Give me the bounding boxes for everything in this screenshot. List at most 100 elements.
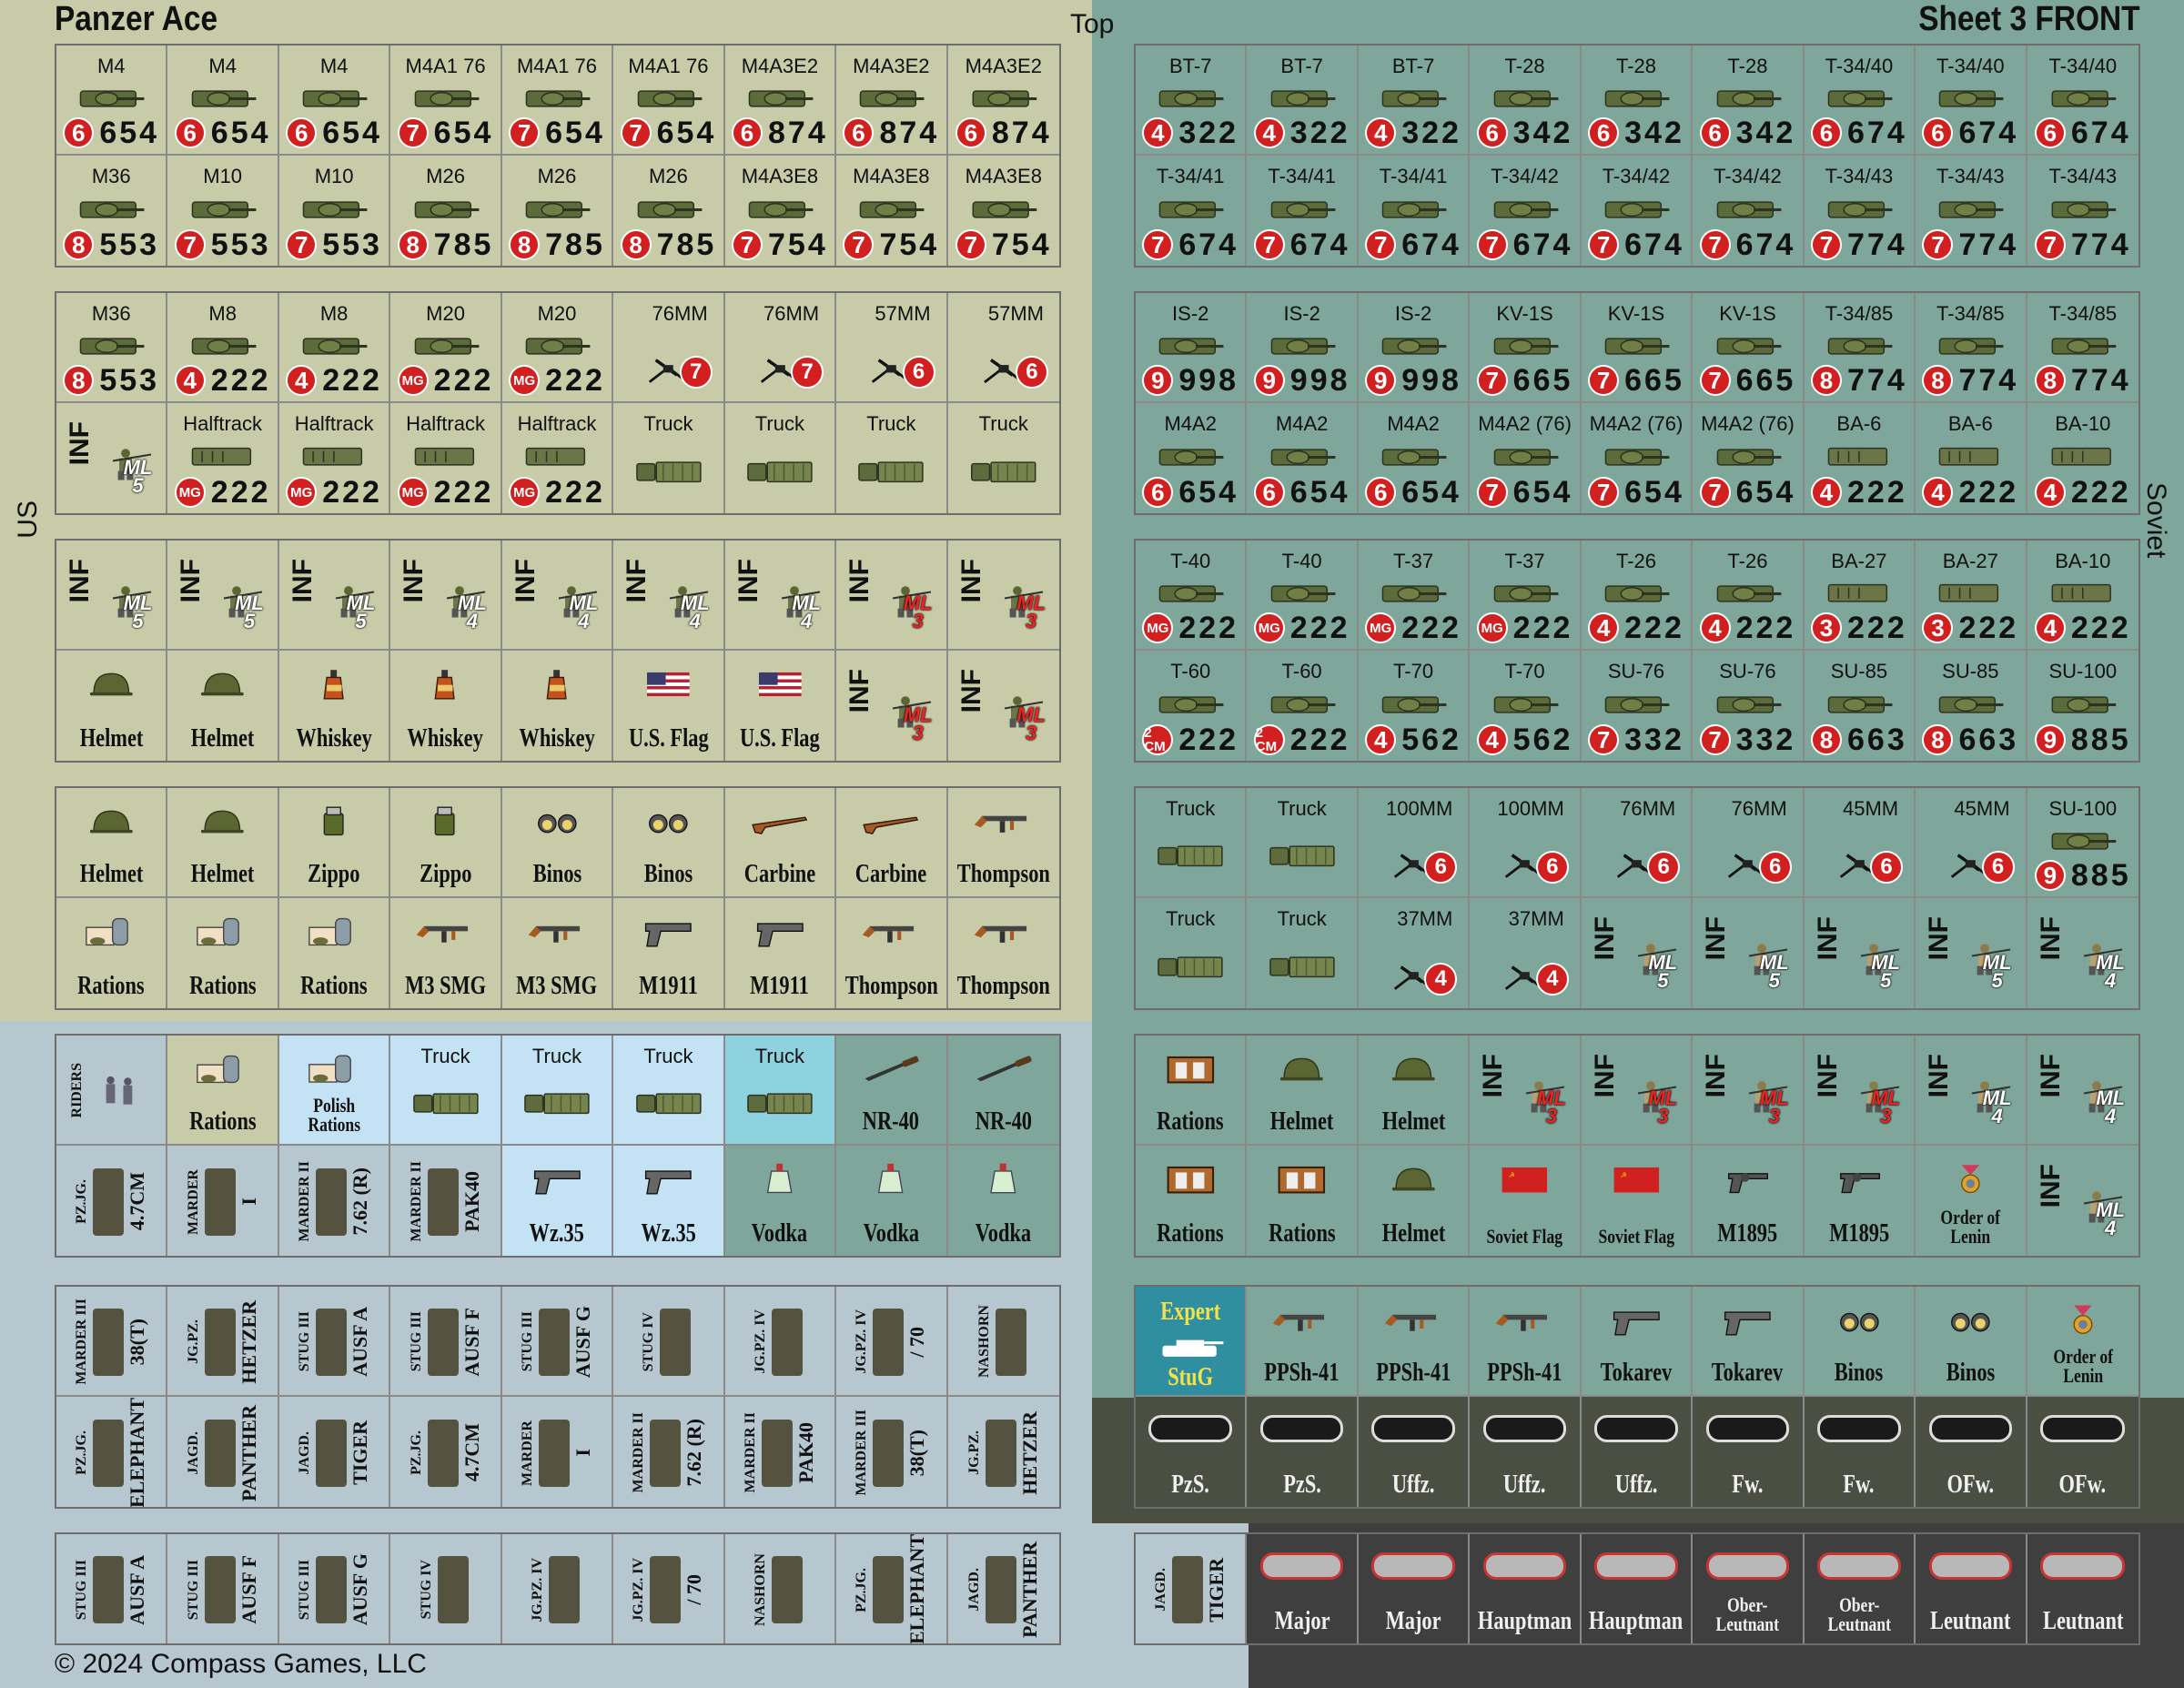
infantry-art: INF ML 3 <box>951 656 1057 757</box>
vehicle-ratings: 8 774 <box>2034 365 2131 396</box>
vehicle-counter: Halftrack MG 222 <box>390 403 502 513</box>
item-counter: Thompson <box>836 898 948 1008</box>
tank-icon <box>403 80 489 115</box>
rank-counter: Hauptman <box>1470 1534 1582 1643</box>
german-vehicle-counter: STUG III AUSF F <box>390 1287 502 1397</box>
tank-icon <box>1370 191 1456 226</box>
tank-icon <box>514 80 600 115</box>
medal-icon <box>1939 1151 2002 1208</box>
firepower-badge: 7 <box>1811 229 1843 260</box>
vehicle-ratings: 7 654 <box>620 117 717 148</box>
tank-silhouette-icon <box>2051 337 2117 355</box>
infantry-counter: INF ML 4 <box>2027 1146 2138 1256</box>
vehicle-type: MARDER III <box>74 1299 90 1385</box>
truck-icon <box>737 454 823 489</box>
inf-label: INF <box>287 559 318 603</box>
inf-label: INF <box>1701 1054 1732 1098</box>
tank-icon <box>1259 328 1345 362</box>
shoulder-strap-icon <box>1594 1552 1678 1580</box>
item-counter: Helmet <box>167 788 279 898</box>
rank-counter: OFw. <box>1916 1397 2027 1507</box>
ht-silhouette-icon <box>302 447 363 466</box>
vehicle-counter: T-34/41 7 674 <box>1136 156 1248 266</box>
vehicle-name: M36 <box>91 165 131 187</box>
tank-silhouette-icon <box>1493 89 1559 107</box>
tank-icon <box>1593 575 1679 610</box>
item-name: Zippo <box>419 860 472 888</box>
morale-value: 3 <box>1657 1105 1669 1128</box>
morale-value: 4 <box>1991 1105 2003 1128</box>
firepower-badge: 7 <box>509 117 541 148</box>
german-vehicle-counter: JAGD. PANTHER <box>167 1397 279 1507</box>
tank-silhouette-icon <box>1270 337 1336 355</box>
vehicle-ratings: 8 785 <box>509 229 605 260</box>
armor-values: 222 <box>1958 611 2019 645</box>
smg-art-icon <box>1273 1314 1325 1331</box>
armor-values: 874 <box>991 116 1052 150</box>
inf-label: INF <box>844 669 875 713</box>
firepower-badge: 7 <box>1699 365 1731 396</box>
vehicle-type: STUG III <box>519 1311 535 1372</box>
tank-silhouette-icon <box>2051 200 2117 218</box>
item-counter: Thompson <box>947 898 1059 1008</box>
vehicle-name: T-28 <box>1615 55 1656 77</box>
vehicle-counter: T-34/43 7 774 <box>1804 156 1916 266</box>
morale-value: 5 <box>243 610 256 633</box>
item-name: M1895 <box>1717 1219 1778 1248</box>
smg-icon <box>414 904 477 960</box>
armor-values: 885 <box>2070 858 2131 893</box>
tank-top-icon <box>1172 1556 1204 1623</box>
truck-icon <box>848 454 934 489</box>
vehicle-ratings: 9 998 <box>1365 365 1461 396</box>
firepower-badge: 7 <box>1476 477 1508 508</box>
gun-caliber: 76MM <box>1731 797 1787 820</box>
vehicle-counter: M20 MG 222 <box>501 293 614 403</box>
vehicle-ratings: 7 674 <box>1699 229 1796 260</box>
rank-name: Major <box>1274 1607 1330 1635</box>
vehicle-name: Truck <box>978 412 1028 435</box>
item-name: Helmet <box>1269 1107 1334 1136</box>
knife-icon <box>972 1041 1036 1097</box>
vehicle-type: STUG III <box>297 1559 313 1621</box>
vehicle-counter: Halftrack MG 222 <box>278 403 391 513</box>
tank-silhouette-icon <box>748 89 814 107</box>
vehicle-name: M10 <box>203 165 243 187</box>
ht-icon <box>2039 439 2126 473</box>
tank-top-icon <box>427 1419 459 1487</box>
sovflag-icon: ☭ <box>1493 1151 1556 1208</box>
truck-icon <box>403 1086 489 1120</box>
vehicle-name: T-37 <box>1504 550 1545 572</box>
zippo-icon <box>414 793 477 850</box>
inf-label: INF <box>956 559 986 603</box>
rations-icon <box>80 904 143 960</box>
firepower-badge: 4 <box>2034 612 2066 643</box>
firepower-badge: 6 <box>1699 117 1731 148</box>
vehicle-counter: M36 8 553 <box>56 156 168 266</box>
firepower-badge: 7 <box>286 229 318 260</box>
vehicle-name: BA-6 <box>1836 412 1882 435</box>
vertical-label-art: JG.PZ. HETZER <box>951 1402 1057 1503</box>
vehicle-counter: M4A3E2 6 874 <box>947 45 1059 156</box>
infantry-counter: INF ML 3 <box>947 541 1059 651</box>
infantry-counter: INF ML 3 <box>836 651 948 761</box>
firepower-badge: 8 <box>63 365 95 396</box>
vehicle-ratings: 4 222 <box>1588 612 1684 643</box>
tank-silhouette-icon <box>1493 448 1559 466</box>
item-counter: M3 SMG <box>390 898 502 1008</box>
german-vehicle-counter: MARDER I <box>501 1397 614 1507</box>
vehicle-variant: I <box>237 1198 260 1206</box>
bottle-art-icon <box>546 670 567 700</box>
vehicle-ratings: MG 222 <box>1253 612 1350 643</box>
shoulder-strap-icon <box>1148 1415 1232 1442</box>
german-vehicle-counter: MARDER III 38(T) <box>56 1287 168 1397</box>
rank-name: PzS. <box>1171 1471 1210 1499</box>
morale-level: ML 4 <box>1983 1088 2012 1128</box>
vehicle-counter: BT-7 4 322 <box>1358 45 1471 156</box>
tank-silhouette-icon <box>1716 695 1781 713</box>
vehicle-variant: / 70 <box>905 1326 929 1358</box>
vertical-label-art: JAGD. PANTHER <box>170 1402 274 1503</box>
firepower-badge: MG <box>1476 612 1508 643</box>
tank-top-icon <box>995 1308 1026 1376</box>
tank-icon <box>1705 191 1791 226</box>
vehicle-name: M26 <box>649 165 688 187</box>
